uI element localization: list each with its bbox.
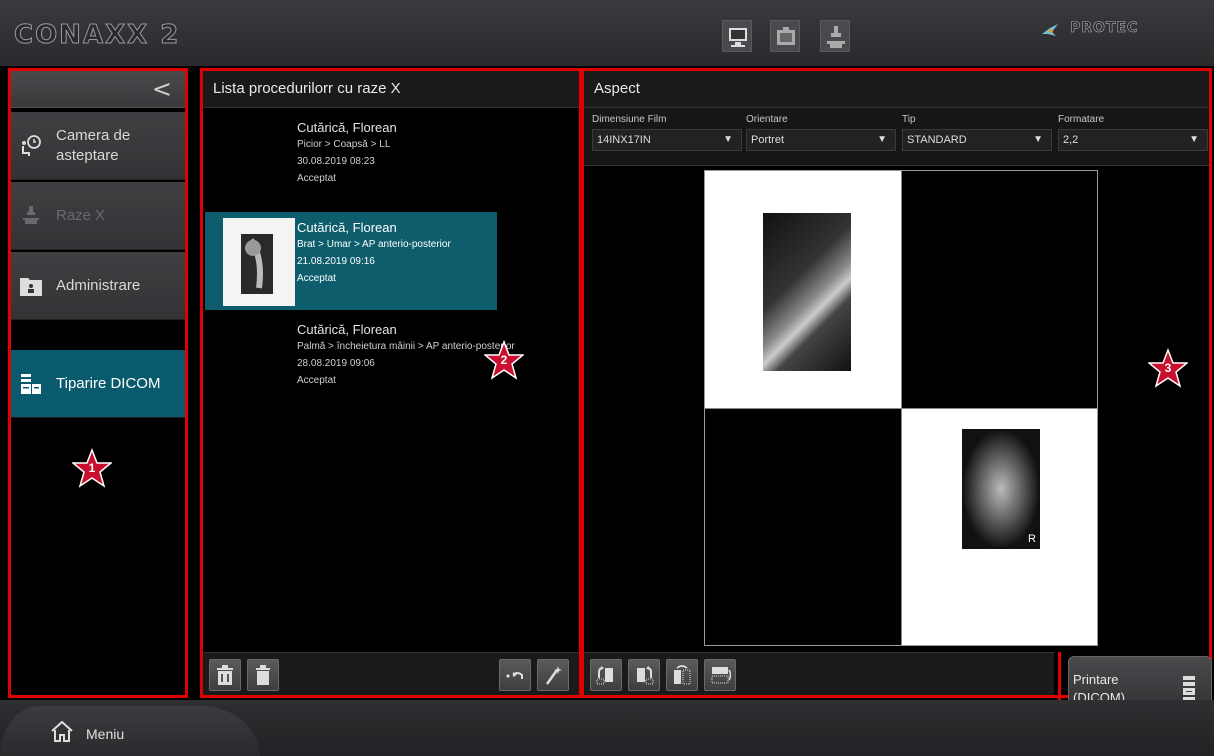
brand-logo: PROTEC bbox=[1070, 20, 1139, 37]
callout-marker-3: 3 bbox=[1148, 348, 1188, 388]
highlight-frame-aspect bbox=[581, 68, 1212, 698]
callout-marker-1: 1 bbox=[72, 448, 112, 488]
app-window: CONAXX 2 PROTEC < Camera de asteptare Ra… bbox=[0, 0, 1214, 756]
brand-bird-icon bbox=[1040, 22, 1060, 47]
menu-label: Meniu bbox=[86, 726, 125, 742]
callout-number: 3 bbox=[1164, 361, 1172, 375]
highlight-frame-sidebar bbox=[8, 68, 188, 698]
monitor-icon[interactable] bbox=[722, 20, 752, 52]
callout-number: 1 bbox=[88, 461, 96, 475]
callout-number: 2 bbox=[500, 353, 508, 367]
callout-marker-2: 2 bbox=[484, 340, 524, 380]
cassette-icon[interactable] bbox=[770, 20, 800, 52]
bottom-bar: Meniu bbox=[0, 700, 1214, 756]
top-bar: CONAXX 2 PROTEC bbox=[0, 0, 1214, 66]
app-logo: CONAXX 2 bbox=[13, 20, 181, 51]
menu-button[interactable]: Meniu bbox=[0, 706, 260, 756]
highlight-frame-procedures bbox=[200, 68, 582, 698]
home-icon bbox=[50, 720, 74, 747]
xray-station-icon[interactable] bbox=[820, 20, 850, 52]
